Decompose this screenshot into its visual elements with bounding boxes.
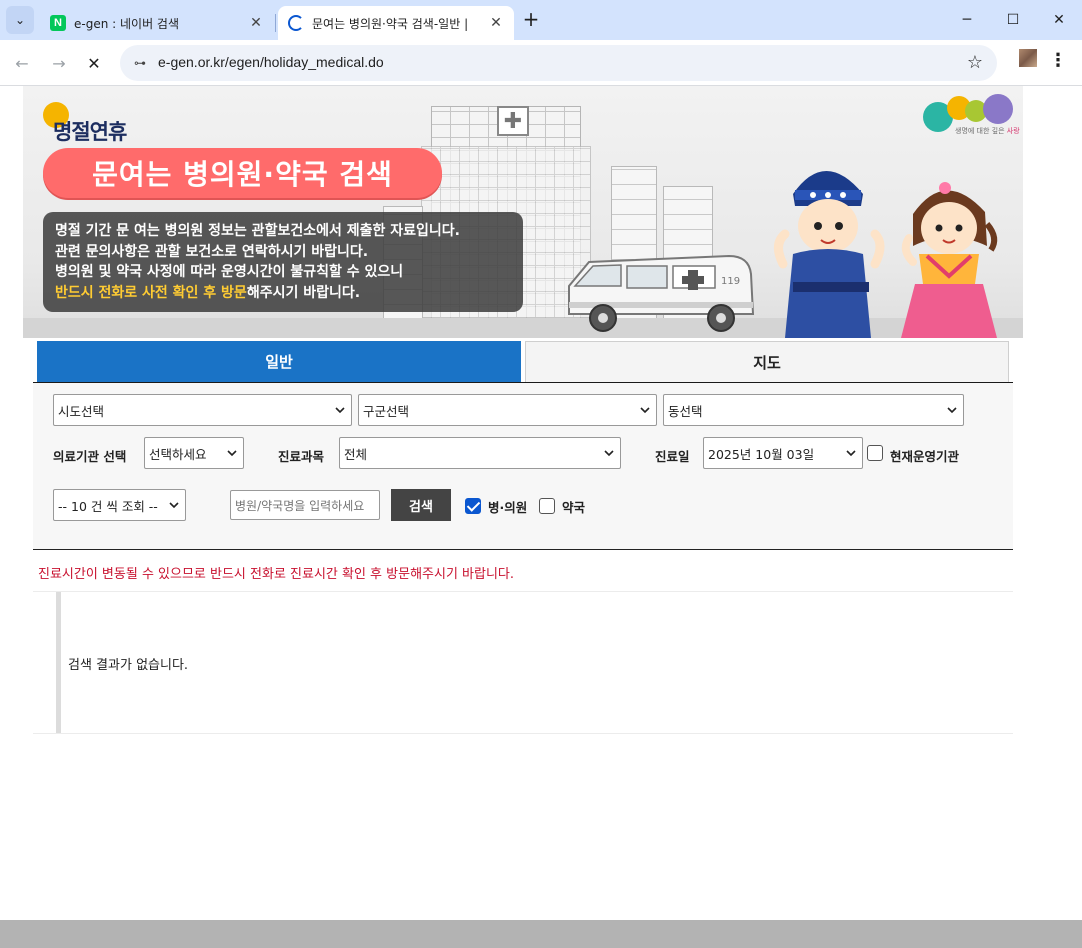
chevron-down-icon: [169, 502, 179, 509]
dong-select[interactable]: 동선택: [663, 394, 964, 426]
banner-notice: 명절 기간 문 여는 병의원 정보는 관할보건소에서 제출한 자료입니다. 관련…: [43, 212, 523, 312]
svg-text:119: 119: [721, 276, 740, 287]
notice-line: 관련 문의사항은 관할 보건소로 연락하시기 바랍니다.: [55, 243, 369, 260]
search-button[interactable]: 검색: [391, 489, 451, 521]
gugun-select[interactable]: 구군선택: [358, 394, 657, 426]
site-info-icon[interactable]: ⊶: [131, 54, 149, 72]
new-tab-button[interactable]: +: [520, 8, 542, 30]
stop-loading-button[interactable]: ✕: [81, 50, 107, 76]
browser-tab-naver[interactable]: N e-gen : 네이버 검색 ✕: [40, 6, 274, 40]
gugun-select-value: 구군선택: [363, 403, 410, 419]
department-select[interactable]: 전체: [339, 437, 621, 469]
chevron-down-icon: [227, 450, 237, 457]
date-select[interactable]: 2025년 10월 03일: [703, 437, 863, 469]
naver-favicon-icon: N: [50, 15, 66, 31]
operating-now-label[interactable]: 현재운영기관: [890, 446, 959, 465]
results-accent-bar: [56, 592, 61, 733]
sido-select-value: 시도선택: [58, 403, 105, 419]
browser-tab-strip: ⌄ N e-gen : 네이버 검색 ✕ 문여는 병의원·약국 검색-일반 | …: [0, 0, 1082, 40]
name-search-placeholder: 병원/약국명을 입력하세요: [235, 498, 365, 513]
date-label: 진료일: [655, 449, 690, 464]
notice-highlight: 반드시 전화로 사전 확인 후 방문: [55, 284, 247, 301]
department-label: 진료과목: [278, 449, 325, 464]
tab-divider: [275, 14, 276, 32]
back-button[interactable]: ←: [9, 50, 35, 76]
browser-tab-egen[interactable]: 문여는 병의원·약국 검색-일반 | ✕: [278, 6, 514, 40]
tab-map[interactable]: 지도: [525, 341, 1009, 382]
url-text[interactable]: e-gen.or.kr/egen/holiday_medical.do: [158, 54, 384, 70]
close-tab-icon[interactable]: ✕: [488, 15, 504, 31]
logo-slogan: 생명에 대한 깊은 사랑: [955, 126, 1020, 136]
date-select-value: 2025년 10월 03일: [708, 446, 815, 462]
search-panel: 시도선택 구군선택 동선택 의료기관 선택 선택하세요 진료과목 전체 진료일 …: [33, 383, 1013, 550]
dong-select-value: 동선택: [668, 403, 703, 419]
holiday-banner: ✚ 명절연휴 문여는 병의원·약국 검색 명절 기간 문 여는 병의원 정보는 …: [23, 86, 1023, 338]
hospital-checkbox-label[interactable]: 병·의원: [488, 497, 527, 516]
chevron-down-icon: [846, 450, 856, 457]
hospital-cross-icon: ✚: [497, 106, 529, 136]
hanbok-kids-illustration: [774, 171, 998, 338]
institution-select[interactable]: 선택하세요: [144, 437, 244, 469]
page-size-value: -- 10 건 씩 조회 --: [58, 498, 158, 514]
pharmacy-checkbox[interactable]: [539, 498, 555, 514]
pharmacy-checkbox-label[interactable]: 약국: [562, 497, 585, 516]
institution-select-value: 선택하세요: [149, 446, 207, 462]
department-select-value: 전체: [344, 446, 368, 462]
operating-now-checkbox[interactable]: [867, 445, 883, 461]
notice-line: 명절 기간 문 여는 병의원 정보는 관할보건소에서 제출한 자료입니다.: [55, 223, 460, 239]
warning-message: 진료시간이 변동될 수 있으므로 반드시 전화로 진료시간 확인 후 방문해주시…: [38, 567, 515, 582]
minimize-button[interactable]: ─: [944, 0, 990, 40]
name-search-input[interactable]: 병원/약국명을 입력하세요: [230, 490, 380, 520]
chevron-down-icon: [947, 407, 957, 414]
tab-search-button[interactable]: ⌄: [6, 6, 34, 34]
sido-select[interactable]: 시도선택: [53, 394, 352, 426]
logo-slogan-prefix: 생명에 대한 깊은: [955, 127, 1007, 135]
chevron-down-icon: [604, 450, 614, 457]
ambulance-illustration: 119: [568, 254, 755, 332]
page-size-select[interactable]: -- 10 건 씩 조회 --: [53, 489, 186, 521]
browser-menu-icon[interactable]: ⋮: [1048, 50, 1068, 74]
search-mode-tabs: 일반 지도: [33, 341, 1013, 383]
banner-title: 문여는 병의원·약국 검색: [43, 148, 442, 198]
forward-button[interactable]: →: [46, 50, 72, 76]
tab-general[interactable]: 일반: [37, 341, 521, 382]
page-viewport: ✚ 명절연휴 문여는 병의원·약국 검색 명절 기간 문 여는 병의원 정보는 …: [0, 86, 1082, 920]
close-tab-icon[interactable]: ✕: [248, 15, 264, 31]
tab-title: 문여는 병의원·약국 검색-일반 |: [312, 16, 469, 31]
logo-slogan-accent: 사랑: [1006, 127, 1020, 135]
browser-toolbar: ← → ✕ ⊶ e-gen.or.kr/egen/holiday_medical…: [0, 40, 1082, 86]
notice-line: 반드시 전화로 사전 확인 후 방문해주시기 바랍니다.: [55, 283, 511, 304]
bookmark-star-icon[interactable]: ☆: [967, 52, 983, 73]
chevron-down-icon: [640, 407, 650, 414]
chevron-down-icon: [335, 407, 345, 414]
tab-title: e-gen : 네이버 검색: [74, 16, 180, 31]
notice-line: 병의원 및 약국 사정에 따라 운영시간이 불규칙할 수 있으니: [55, 264, 404, 280]
loading-spinner-icon: [288, 15, 304, 31]
maximize-button[interactable]: ☐: [990, 0, 1036, 40]
close-window-button[interactable]: ✕: [1036, 0, 1082, 40]
results-area: 검색 결과가 없습니다.: [33, 591, 1013, 734]
chevron-down-icon: ⌄: [14, 13, 26, 27]
hospital-checkbox[interactable]: [465, 498, 481, 514]
profile-avatar[interactable]: [1019, 49, 1037, 67]
season-heading: 명절연휴: [53, 120, 127, 144]
notice-tail: 해주시기 바랍니다.: [246, 284, 361, 301]
institution-label: 의료기관 선택: [53, 449, 127, 464]
address-bar[interactable]: ⊶ e-gen.or.kr/egen/holiday_medical.do ☆: [120, 45, 997, 81]
bottom-status-bar: [0, 920, 1082, 948]
empty-results-message: 검색 결과가 없습니다.: [68, 658, 189, 673]
